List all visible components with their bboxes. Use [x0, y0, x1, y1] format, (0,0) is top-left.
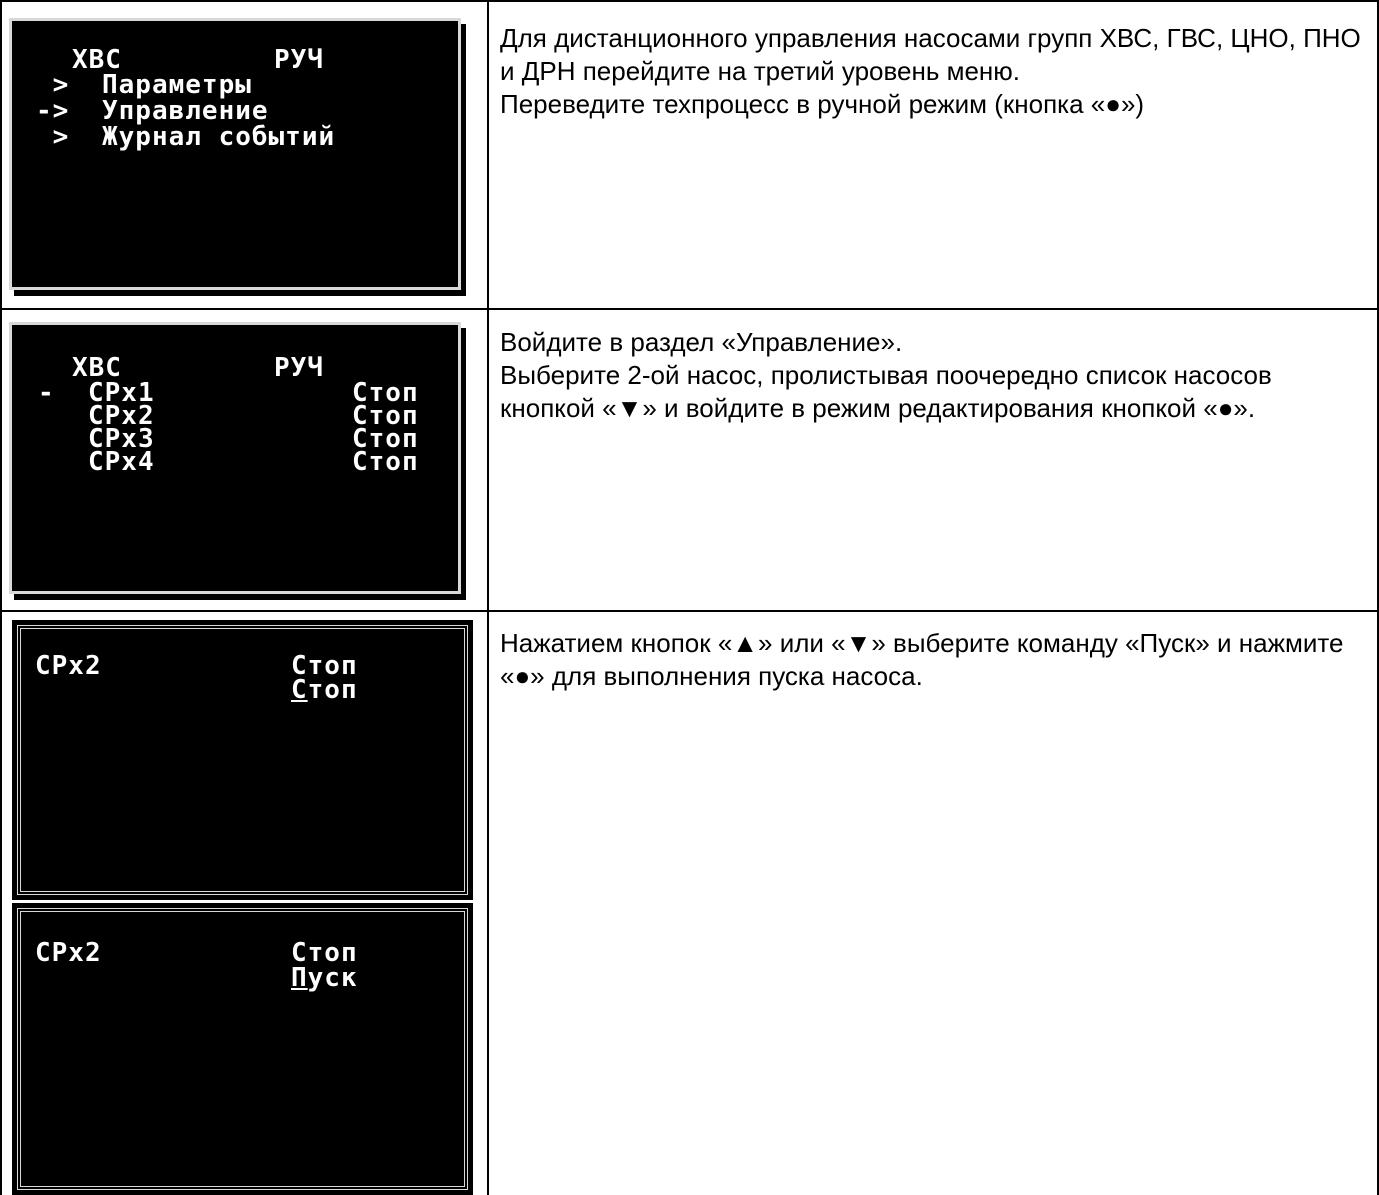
menu-marker: > — [36, 70, 70, 100]
edit-cursor-char: С — [291, 675, 308, 705]
menu-item-event-log: Журнал событий — [102, 122, 336, 152]
pump-name: CPx4 — [88, 447, 155, 477]
menu-marker: > — [36, 122, 70, 152]
instruction-paragraph: Для дистанционного управления насосами г… — [500, 23, 1361, 86]
list-cursor: - — [38, 378, 55, 408]
instruction-table: ХВС РУЧ > Параметры -> Управление > Журн… — [0, 0, 1379, 1195]
instruction-text-1: Для дистанционного управления насосами г… — [500, 22, 1372, 121]
instruction-text-3: Нажатием кнопок «▲» или «▼» выберите ком… — [500, 627, 1372, 693]
instruction-paragraph: Нажатием кнопок «▲» или «▼» выберите ком… — [500, 628, 1344, 691]
pump-state: Стоп — [352, 447, 419, 477]
table-border-left — [0, 0, 2, 1195]
menu-item-parameters: Параметры — [102, 70, 252, 100]
pump-command-value: Стоп — [291, 677, 358, 703]
instruction-paragraph: Войдите в раздел «Управление». — [500, 327, 903, 357]
lcd-screen-pump-list: ХВС РУЧ - CPx1 Стоп CPx2 Стоп CPx3 Стоп … — [9, 322, 461, 594]
lcd-screen-pump-edit-start: CPx2 Стоп Пуск — [12, 903, 473, 1195]
screen-mode: РУЧ — [274, 353, 324, 383]
command-rest: уск — [307, 963, 358, 993]
pump-name: CPx2 — [35, 938, 102, 968]
menu-item-control: Управление — [102, 96, 269, 126]
instruction-paragraph: Выберите 2-ой насос, пролистывая поочере… — [500, 360, 1272, 423]
menu-marker: -> — [36, 96, 70, 126]
lcd-screen-main-menu: ХВС РУЧ > Параметры -> Управление > Журн… — [9, 18, 461, 290]
row-divider-1 — [0, 308, 1379, 310]
instruction-text-2: Войдите в раздел «Управление». Выберите … — [500, 326, 1372, 425]
instruction-paragraph: Переведите техпроцесс в ручной режим (кн… — [500, 89, 1145, 119]
command-rest: топ — [307, 675, 358, 705]
pump-command-value: Пуск — [291, 965, 358, 991]
edit-cursor-char: П — [291, 963, 308, 993]
screen-mode: РУЧ — [274, 45, 324, 75]
table-border-top — [0, 0, 1379, 2]
pump-name: CPx2 — [35, 651, 102, 681]
column-divider — [487, 0, 489, 1195]
lcd-screen-pump-edit-stop: CPx2 Стоп Стоп — [12, 620, 473, 900]
row-divider-2 — [0, 610, 1379, 612]
